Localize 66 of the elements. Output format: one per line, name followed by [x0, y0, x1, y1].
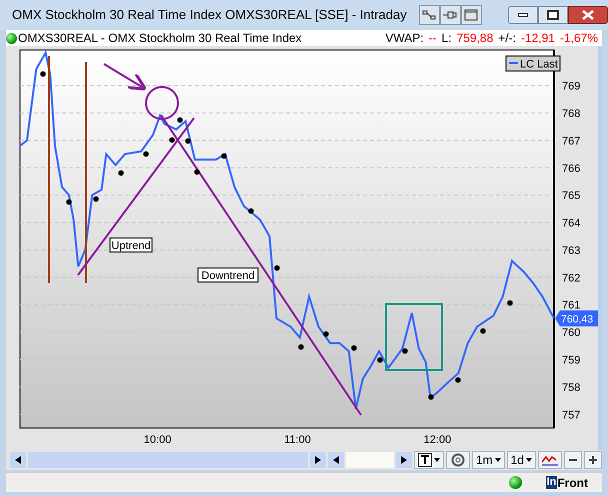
line-chart-icon	[542, 454, 558, 466]
y-axis-label: 757	[562, 409, 580, 422]
instrument-name: OMXS30REAL - OMX Stockholm 30 Real Time Index	[18, 32, 302, 44]
scrollbar[interactable]	[598, 46, 602, 450]
left-arrow-icon	[332, 456, 339, 464]
last-price-tag: 760,43	[555, 310, 598, 326]
plus-icon	[588, 455, 598, 465]
quote-label: +/-:	[498, 32, 516, 44]
caret-icon	[494, 458, 501, 462]
y-axis-label: 768	[562, 108, 580, 120]
annotation-label: Downtrend	[198, 268, 258, 282]
scroll-left-button[interactable]	[328, 452, 344, 468]
y-axis-label: 761	[562, 300, 580, 312]
annotation-label: Uptrend	[110, 238, 152, 252]
text-icon	[418, 453, 432, 467]
maximize-button[interactable]	[538, 6, 568, 24]
logo-mark: In	[546, 476, 558, 489]
interval-dropdown[interactable]: 1m	[472, 451, 505, 469]
logo-text: Front	[557, 476, 588, 488]
minimize-button[interactable]	[508, 6, 538, 24]
y-axis-label: 758	[562, 382, 580, 394]
y-axis-label: 763	[562, 244, 580, 257]
y-axis-label: 759	[562, 354, 580, 367]
quote-value: -12,91	[520, 32, 555, 44]
link-icon	[422, 9, 436, 21]
connection-status-icon	[508, 476, 522, 489]
window-icon	[464, 9, 478, 21]
left-arrow-icon	[14, 456, 21, 464]
caret-icon	[434, 458, 440, 462]
zoom-in-button[interactable]	[584, 451, 602, 469]
window-title: OMX Stockholm 30 Real Time Index OMXS30REAL [SSE] - Intraday	[12, 6, 407, 24]
scroll-left-button[interactable]	[10, 452, 26, 468]
y-axis-label: 760	[562, 327, 580, 340]
y-axis-label: 766	[562, 162, 580, 175]
window-mode-button[interactable]	[460, 5, 482, 25]
close-button[interactable]	[568, 6, 608, 24]
pin-button[interactable]	[440, 5, 461, 25]
maximize-icon	[546, 10, 559, 20]
caret-icon	[526, 458, 532, 462]
pin-icon	[443, 9, 458, 21]
period-dropdown[interactable]: 1d	[506, 451, 536, 469]
x-axis-label: 11:00	[284, 434, 311, 446]
legend: LC Last	[506, 56, 560, 72]
quote-value: 759,88	[456, 32, 494, 44]
quote-label: VWAP:	[385, 32, 424, 44]
right-arrow-icon	[401, 456, 408, 464]
text-tool-button[interactable]	[414, 451, 444, 469]
y-axis-label: 765	[562, 190, 580, 202]
scroll-right-button[interactable]	[396, 452, 412, 468]
chart-type-button[interactable]	[538, 451, 562, 469]
quote-value: -1,67%	[560, 32, 598, 44]
right-arrow-icon	[315, 456, 322, 464]
x-axis-label: 10:00	[144, 434, 172, 446]
settings-button[interactable]	[446, 451, 470, 469]
zoom-out-button[interactable]	[564, 451, 582, 469]
minimize-icon	[518, 13, 528, 17]
y-axis-label: 767	[562, 135, 580, 148]
x-axis-label: 12:00	[424, 434, 452, 446]
quote-label: L:	[442, 32, 452, 44]
y-axis-label: 762	[562, 272, 580, 284]
scroll-right-button[interactable]	[310, 452, 326, 468]
y-axis-label: 764	[562, 218, 580, 230]
quote-value: --	[428, 32, 437, 44]
link-button[interactable]	[418, 5, 440, 25]
y-axis-label: 769	[562, 80, 580, 93]
close-icon	[582, 10, 594, 20]
